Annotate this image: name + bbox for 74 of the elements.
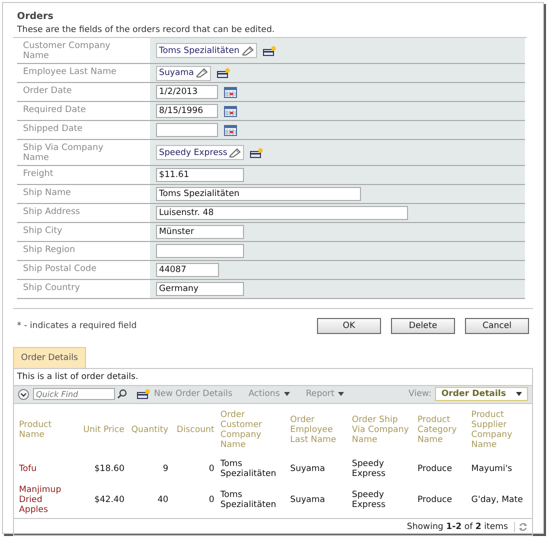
new-record-icon[interactable] xyxy=(137,389,150,399)
new-record-icon[interactable] xyxy=(262,46,276,56)
chevron-down-icon[interactable] xyxy=(18,388,29,400)
field-label: Required Date xyxy=(22,104,87,117)
table-cell-text: 0 xyxy=(208,463,216,476)
action-button[interactable]: Delete xyxy=(391,318,455,334)
table-cell-text: Suyama xyxy=(289,494,326,507)
field-value: Suyama xyxy=(159,68,194,78)
refresh-icon[interactable] xyxy=(514,522,528,532)
input-field[interactable]: 44087 xyxy=(156,263,219,277)
input-field[interactable]: Germany xyxy=(156,282,244,296)
table-cell-text: G'day, Mate xyxy=(470,494,524,507)
date-field[interactable]: 8/15/1996 xyxy=(156,104,218,118)
field-label: Customer Company Name xyxy=(22,40,112,63)
search-field[interactable]: Quick Find xyxy=(33,388,115,400)
field-label: Shipped Date xyxy=(22,123,84,136)
action-button[interactable]: Cancel xyxy=(465,318,529,334)
search-icon[interactable] xyxy=(117,389,127,399)
pencil-icon[interactable] xyxy=(242,46,254,56)
caret-icon[interactable] xyxy=(338,392,344,396)
field-label: Ship Name xyxy=(22,187,72,200)
table-cell-text: Suyama xyxy=(289,463,326,476)
date-field[interactable]: 1/2/2013 xyxy=(156,85,218,99)
lookup-field[interactable]: Speedy Express xyxy=(156,145,244,160)
caret-icon[interactable] xyxy=(284,392,290,396)
pencil-icon[interactable] xyxy=(229,148,242,158)
calendar-icon[interactable] xyxy=(224,105,237,117)
table-cell-text: $18.60 xyxy=(93,463,126,476)
pencil-icon[interactable] xyxy=(196,68,208,78)
table-cell-text: 9 xyxy=(162,463,170,476)
table-cell-text: Produce xyxy=(416,463,454,476)
tab[interactable]: Order Details xyxy=(13,347,86,368)
table-cell-text: Speedy Express xyxy=(350,458,386,481)
field-label: Order Date xyxy=(22,85,73,98)
calendar-icon[interactable] xyxy=(224,124,237,136)
field-label: Ship Postal Code xyxy=(22,263,98,276)
view-label: View: xyxy=(408,389,432,399)
field-value: Speedy Express xyxy=(159,148,228,158)
list-description: This is a list of order details. xyxy=(16,371,140,384)
table-cell-text: Toms Spezialitäten xyxy=(219,458,278,481)
lookup-field[interactable]: Toms Spezialitäten xyxy=(156,43,257,58)
product-link[interactable]: Manjimup Dried Apples xyxy=(16,482,74,518)
field-label: Ship Address xyxy=(22,206,82,219)
field-label: Employee Last Name xyxy=(22,66,118,79)
date-field[interactable] xyxy=(156,123,218,137)
table-cell-text: Speedy Express xyxy=(350,489,386,512)
new-record-icon[interactable] xyxy=(250,148,264,158)
table-cell-text: Mayumi's xyxy=(470,463,514,476)
view-dropdown[interactable]: Order Details xyxy=(435,387,528,401)
input-field[interactable]: $11.61 xyxy=(156,168,244,182)
table-cell-text: $42.40 xyxy=(93,494,126,507)
product-link[interactable]: Tofu xyxy=(16,456,74,482)
field-label: Ship City xyxy=(22,225,64,238)
input-field[interactable]: Luisenstr. 48 xyxy=(156,206,408,220)
caret-icon[interactable] xyxy=(516,392,522,396)
field-value: Toms Spezialitäten xyxy=(159,46,240,56)
new-record-icon[interactable] xyxy=(216,68,230,78)
field-label: Ship Via Company Name xyxy=(22,142,104,165)
field-label: Ship Region xyxy=(22,244,76,257)
field-label: Freight xyxy=(22,168,54,181)
input-field[interactable] xyxy=(156,244,244,258)
table-cell-text: 40 xyxy=(156,494,170,507)
input-field[interactable]: Toms Spezialitäten xyxy=(156,187,361,201)
calendar-icon[interactable] xyxy=(224,86,237,98)
input-field[interactable]: Münster xyxy=(156,225,244,239)
table-cell-text: 0 xyxy=(208,494,216,507)
table-cell-text: Toms Spezialitäten xyxy=(219,489,278,512)
form-title: Orders xyxy=(16,10,54,24)
table-cell-text: Produce xyxy=(416,494,454,507)
action-button[interactable]: OK xyxy=(317,318,381,334)
required-field-note: * - indicates a required field xyxy=(17,321,137,331)
lookup-field[interactable]: Suyama xyxy=(156,66,211,80)
pager-status: Showing 1-2 of 2 items xyxy=(406,522,508,532)
field-label: Ship Country xyxy=(22,282,81,295)
